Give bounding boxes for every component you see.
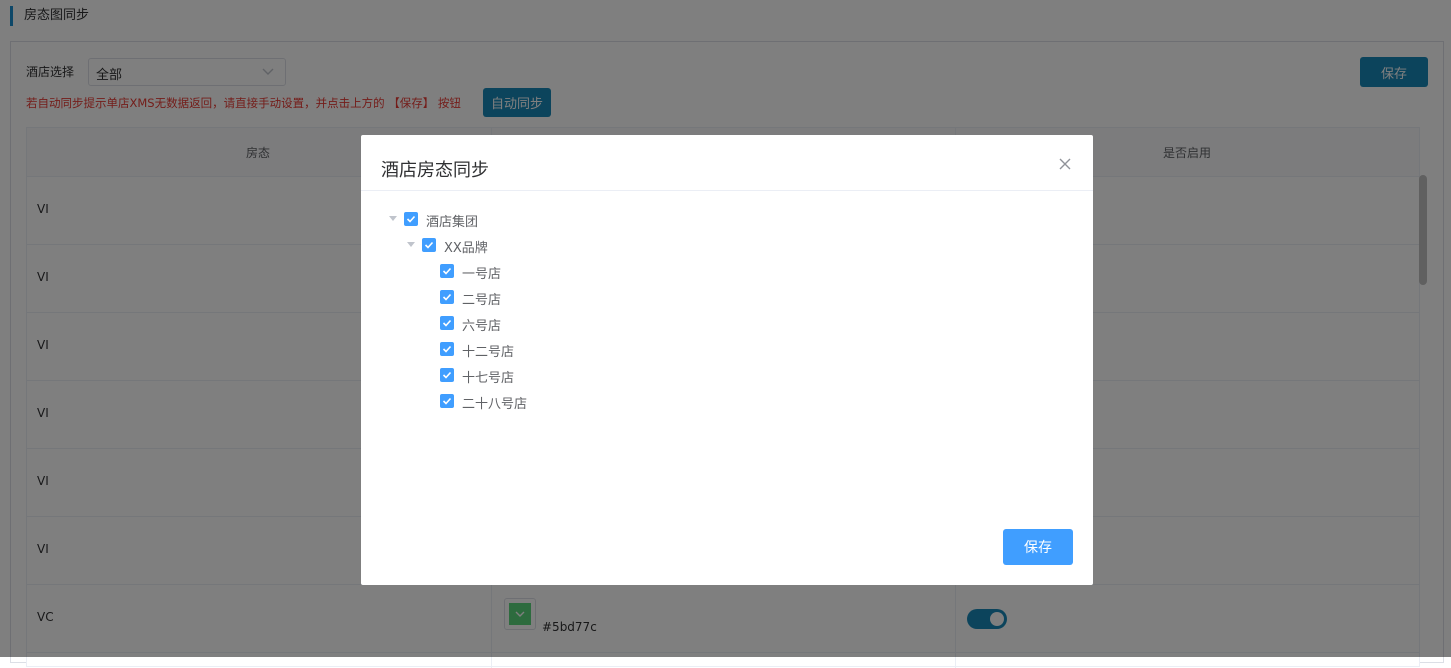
checkbox-store[interactable]: [440, 342, 454, 356]
close-icon[interactable]: [1057, 156, 1073, 172]
tree-node-label: 十七号店: [462, 371, 515, 386]
tree-node-store[interactable]: 十二号店: [440, 338, 740, 360]
tree-node-store[interactable]: 六号店: [440, 312, 740, 334]
checkbox-store[interactable]: [440, 394, 454, 408]
check-icon: [442, 293, 452, 301]
checkbox-store[interactable]: [440, 290, 454, 304]
tree-node-label: 二十八号店: [462, 397, 528, 412]
tree-node-label: 酒店集团: [426, 215, 479, 230]
check-icon: [442, 267, 452, 275]
tree-node-store[interactable]: 二号店: [440, 286, 740, 308]
tree-node-label: 十二号店: [462, 345, 515, 360]
tree-node-store[interactable]: 十七号店: [440, 364, 740, 386]
tree-node-label: 二号店: [462, 293, 502, 308]
checkbox-store[interactable]: [440, 264, 454, 278]
check-icon: [424, 241, 434, 249]
tree-node-store[interactable]: 二十八号店: [440, 390, 740, 412]
tree-node-brand[interactable]: XX品牌: [407, 234, 707, 256]
check-icon: [442, 371, 452, 379]
tree-node-store[interactable]: 一号店: [440, 260, 740, 282]
caret-down-icon[interactable]: [407, 242, 415, 247]
tree-node-label: XX品牌: [444, 241, 488, 256]
checkbox-store[interactable]: [440, 316, 454, 330]
checkbox-root[interactable]: [404, 212, 418, 226]
hotel-sync-dialog: 酒店房态同步 酒店集团 XX品牌 一号店 二号店 六号店 十二号店 十七号店 二…: [361, 135, 1093, 585]
dialog-header: 酒店房态同步: [361, 135, 1093, 191]
check-icon: [442, 345, 452, 353]
check-icon: [442, 319, 452, 327]
caret-down-icon[interactable]: [389, 216, 397, 221]
checkbox-brand[interactable]: [422, 238, 436, 252]
check-icon: [442, 397, 452, 405]
tree-node-label: 六号店: [462, 319, 502, 334]
tree-node-label: 一号店: [462, 267, 502, 282]
dialog-save-button[interactable]: 保存: [1003, 529, 1073, 565]
checkbox-store[interactable]: [440, 368, 454, 382]
tree-node-root[interactable]: 酒店集团: [389, 208, 689, 230]
dialog-title: 酒店房态同步: [381, 160, 489, 181]
check-icon: [406, 215, 416, 223]
